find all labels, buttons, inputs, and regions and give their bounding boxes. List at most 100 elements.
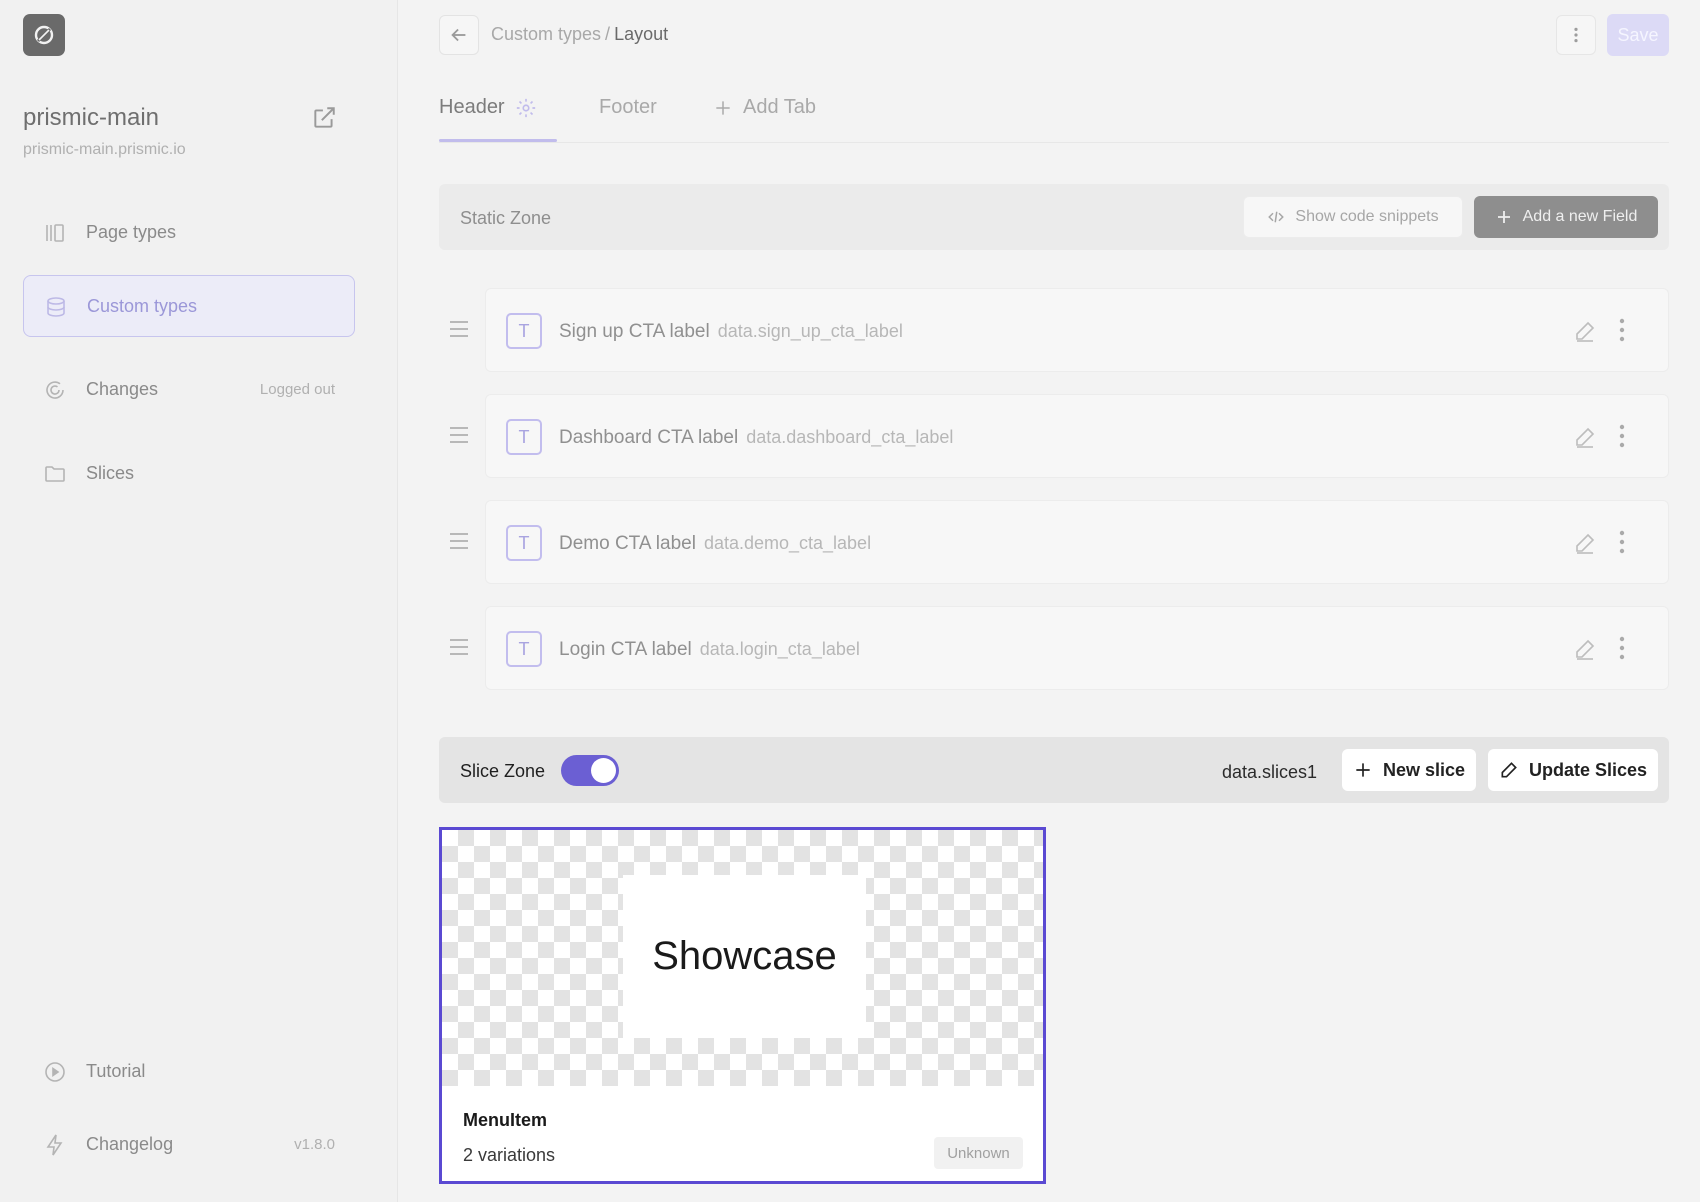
drag-handle-icon[interactable] [449,426,469,444]
add-new-field-button[interactable]: Add a new Field [1474,196,1658,238]
plus-icon [716,100,730,115]
field-name: Sign up CTA label [559,321,710,342]
field-card[interactable]: T Login CTA label data.login_cta_label [485,606,1669,690]
text-field-type-icon: T [506,525,542,561]
slice-name: MenuItem [463,1110,548,1130]
sidebar-item-page-types[interactable]: Page types [23,202,355,264]
field-menu-icon[interactable] [1617,529,1627,555]
text-field-type-icon: T [506,631,542,667]
sidebar-item-label: Changes [86,379,159,399]
static-zone-header: Static Zone Show code snippets Add a new… [439,184,1669,250]
sidebar-item-changelog[interactable]: Changelog v1.8.0 [23,1114,355,1176]
field-label: Dashboard CTA label data.dashboard_cta_la… [559,427,953,449]
update-slices-button[interactable]: Update Slices [1488,749,1658,791]
field-name: Demo CTA label [559,533,696,554]
slice-zone-title: Slice Zone [460,761,546,781]
tab-label: Footer [599,96,657,118]
tab-label: Add Tab [743,96,817,118]
tab-footer[interactable]: Footer [599,96,657,119]
tab-label: Header [439,96,505,118]
sidebar-item-slices[interactable]: Slices [23,443,355,505]
edit-pencil-icon[interactable] [1573,319,1597,343]
sidebar-item-tutorial[interactable]: Tutorial [23,1041,355,1103]
show-code-snippets-button[interactable]: Show code snippets [1243,196,1463,238]
slice-zone-header: Slice Zone data.slices1 New slice Update… [439,737,1669,803]
breadcrumb-parent[interactable]: Custom types [491,24,601,44]
login-status: Logged out [259,381,335,398]
save-button[interactable]: Save [1607,14,1669,56]
field-row: T Sign up CTA label data.sign_up_cta_labe… [439,288,1669,372]
status-badge: Unknown [934,1137,1023,1169]
slice-variations-count: 2 variations [463,1145,556,1165]
new-slice-label: New slice [1382,759,1466,780]
slice-zone-toggle[interactable] [561,755,619,786]
field-name: Login CTA label [559,639,692,660]
sidebar-item-label: Slices [86,463,135,483]
plus-icon [1497,211,1510,223]
text-field-type-icon: T [506,419,542,455]
slice-screenshot: Showcase [623,875,866,1038]
play-circle-icon [43,1060,67,1084]
field-menu-icon[interactable] [1617,635,1627,661]
field-api-key: data.login_cta_label [699,639,860,659]
version-label: v1.8.0 [294,1136,335,1153]
field-card[interactable]: T Sign up CTA label data.sign_up_cta_labe… [485,288,1669,372]
breadcrumb-separator: / [605,24,611,44]
add-field-label: Add a new Field [1522,208,1638,225]
sidebar-item-label: Tutorial [86,1061,146,1081]
lightning-icon [43,1133,67,1157]
slice-preview: Showcase [442,830,1043,1086]
sidebar-item-custom-types[interactable]: Custom types [23,275,355,337]
drag-handle-icon[interactable] [449,638,469,656]
changes-icon [43,378,67,402]
edit-pencil-icon[interactable] [1573,531,1597,555]
field-api-key: data.sign_up_cta_label [717,321,903,341]
folder-icon [43,462,67,486]
tab-bar: Header Footer Add Tab [439,90,1669,143]
field-label: Demo CTA label data.demo_cta_label [559,533,871,555]
plus-icon [1356,763,1370,777]
repository-url: prismic-main.prismic.io [23,141,186,158]
breadcrumb: Custom types / Layout [491,24,668,45]
field-row: T Demo CTA label data.demo_cta_label [439,500,1669,584]
drag-handle-icon[interactable] [449,320,469,338]
more-options-button[interactable] [1556,15,1596,55]
static-zone-title: Static Zone [460,208,552,228]
new-slice-button[interactable]: New slice [1342,749,1476,791]
sidebar-item-label: Changelog [86,1134,174,1154]
snippets-label: Show code snippets [1295,208,1439,225]
sidebar-item-changes[interactable]: Changes Logged out [23,359,355,421]
field-label: Login CTA label data.login_cta_label [559,639,860,661]
edit-pencil-icon[interactable] [1573,425,1597,449]
field-row: T Login CTA label data.login_cta_label [439,606,1669,690]
sidebar: prismic-main prismic-main.prismic.io Pag… [0,0,398,1202]
page-types-icon [43,221,67,245]
tab-header[interactable]: Header [439,96,537,119]
field-api-key: data.dashboard_cta_label [746,427,954,447]
active-tab-indicator [439,139,557,142]
open-external-icon[interactable] [311,105,337,131]
edit-pencil-icon[interactable] [1573,637,1597,661]
gear-icon[interactable] [515,97,537,119]
field-card[interactable]: T Demo CTA label data.demo_cta_label [485,500,1669,584]
drag-handle-icon[interactable] [449,532,469,550]
prismic-logo[interactable] [23,14,65,56]
arrow-left-icon [451,28,466,42]
field-card[interactable]: T Dashboard CTA label data.dashboard_cta_… [485,394,1669,478]
logo-icon [34,25,54,45]
sidebar-item-label: Custom types [87,296,198,316]
field-label: Sign up CTA label data.sign_up_cta_label [559,321,903,343]
text-field-type-icon: T [506,313,542,349]
pencil-icon [1501,762,1517,778]
field-menu-icon[interactable] [1617,317,1627,343]
field-menu-icon[interactable] [1617,423,1627,449]
tab-add[interactable]: Add Tab [713,96,816,119]
vertical-dots-icon [1574,27,1578,43]
field-name: Dashboard CTA label [559,427,739,448]
back-button[interactable] [439,15,479,55]
code-icon [1268,211,1285,223]
slice-card[interactable]: Showcase MenuItem 2 variations Unknown [439,827,1046,1184]
field-row: T Dashboard CTA label data.dashboard_cta_… [439,394,1669,478]
slice-zone-api-key: data.slices1 [1222,762,1318,782]
slice-card-footer: MenuItem 2 variations Unknown [442,1086,1043,1181]
